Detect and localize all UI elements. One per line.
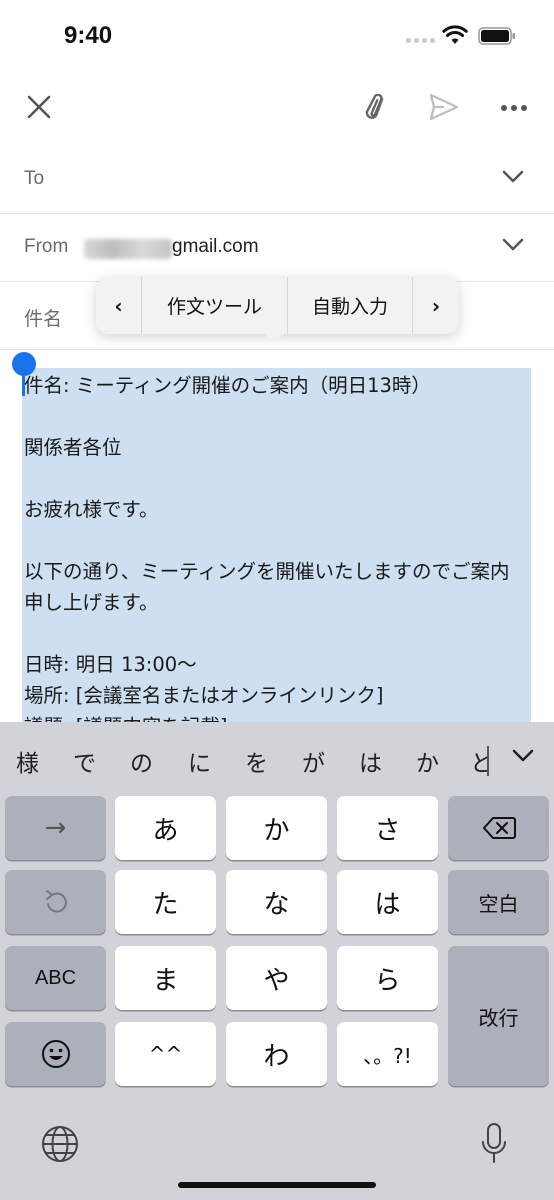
send-icon[interactable] [428, 92, 460, 122]
key-sa[interactable]: さ [337, 796, 438, 860]
candidate-word[interactable]: の [130, 744, 153, 778]
candidate-word[interactable]: が [302, 744, 325, 778]
candidate-word[interactable]: 様 [16, 744, 39, 778]
undo-icon [45, 890, 67, 913]
key-ha[interactable]: は [337, 870, 438, 934]
candidate-word[interactable]: を [245, 744, 268, 778]
key-ka[interactable]: か [226, 796, 327, 860]
wifi-icon [442, 25, 468, 44]
emoji-key[interactable] [5, 1022, 106, 1086]
subject-placeholder: 件名 [24, 309, 63, 330]
more-options-icon[interactable] [500, 104, 528, 112]
delete-key[interactable] [448, 796, 549, 860]
key-ta[interactable]: た [115, 870, 216, 934]
next-input-key[interactable]: → [5, 796, 106, 860]
home-indicator [178, 1182, 376, 1188]
japanese-keyboard: 様 で の に を が は か と → あ か さ た な は 空白 ABC ま… [0, 722, 554, 1200]
from-field[interactable]: From gmail.com [0, 214, 554, 282]
key-ya[interactable]: や [226, 946, 327, 1010]
context-menu-prev-button[interactable]: ‹ [96, 277, 142, 334]
undo-key[interactable] [5, 870, 106, 934]
email-body-text[interactable]: 件名: ミーティング開催のご案内（明日13時） 関係者各位 お疲れ様です。 以下… [24, 370, 524, 742]
compose-toolbar [0, 70, 554, 146]
chevron-down-icon[interactable] [511, 748, 535, 764]
microphone-icon[interactable] [480, 1122, 508, 1166]
emoji-icon [41, 1040, 70, 1068]
from-label: From [24, 236, 69, 257]
chevron-down-icon[interactable] [502, 170, 524, 184]
candidate-word[interactable]: で [73, 744, 96, 778]
key-a[interactable]: あ [115, 796, 216, 860]
key-wa[interactable]: わ [226, 1022, 327, 1086]
to-label: To [24, 168, 45, 189]
status-bar: 9:40 [0, 0, 554, 70]
backspace-icon [482, 817, 516, 839]
punctuation-key[interactable]: 、。?! [337, 1022, 438, 1086]
candidate-word[interactable]: に [188, 744, 211, 778]
abc-key[interactable]: ABC [5, 946, 106, 1010]
chevron-down-icon[interactable] [502, 238, 524, 252]
autofill-button[interactable]: 自動入力 [288, 277, 413, 334]
key-ma[interactable]: ま [115, 946, 216, 1010]
attachment-icon[interactable] [360, 94, 394, 120]
key-na[interactable]: な [226, 870, 327, 934]
redacted-email-user [84, 239, 172, 259]
context-menu-next-button[interactable]: › [413, 277, 459, 334]
status-time: 9:40 [64, 22, 113, 49]
return-key[interactable]: 改行 [448, 946, 549, 1086]
candidate-scroll-caret [487, 746, 489, 776]
text-context-menu: ‹ 作文ツール 自動入力 › [96, 277, 459, 343]
globe-icon[interactable] [40, 1124, 80, 1164]
battery-icon [478, 27, 515, 45]
candidate-word[interactable]: は [359, 744, 382, 778]
close-icon[interactable] [26, 94, 52, 120]
key-ra[interactable]: ら [337, 946, 438, 1010]
writing-tools-button[interactable]: 作文ツール [142, 277, 288, 334]
space-key[interactable]: 空白 [448, 870, 549, 934]
emoticon-key[interactable]: ^^ [115, 1022, 216, 1086]
email-body[interactable]: 件名: ミーティング開催のご案内（明日13時） 関係者各位 お疲れ様です。 以下… [0, 352, 554, 738]
candidate-word[interactable]: か [416, 744, 439, 778]
candidate-word[interactable]: と [470, 744, 488, 778]
to-field[interactable]: To [0, 146, 554, 214]
candidate-bar: 様 で の に を が は か と [0, 722, 554, 796]
from-email-domain: gmail.com [172, 236, 259, 257]
